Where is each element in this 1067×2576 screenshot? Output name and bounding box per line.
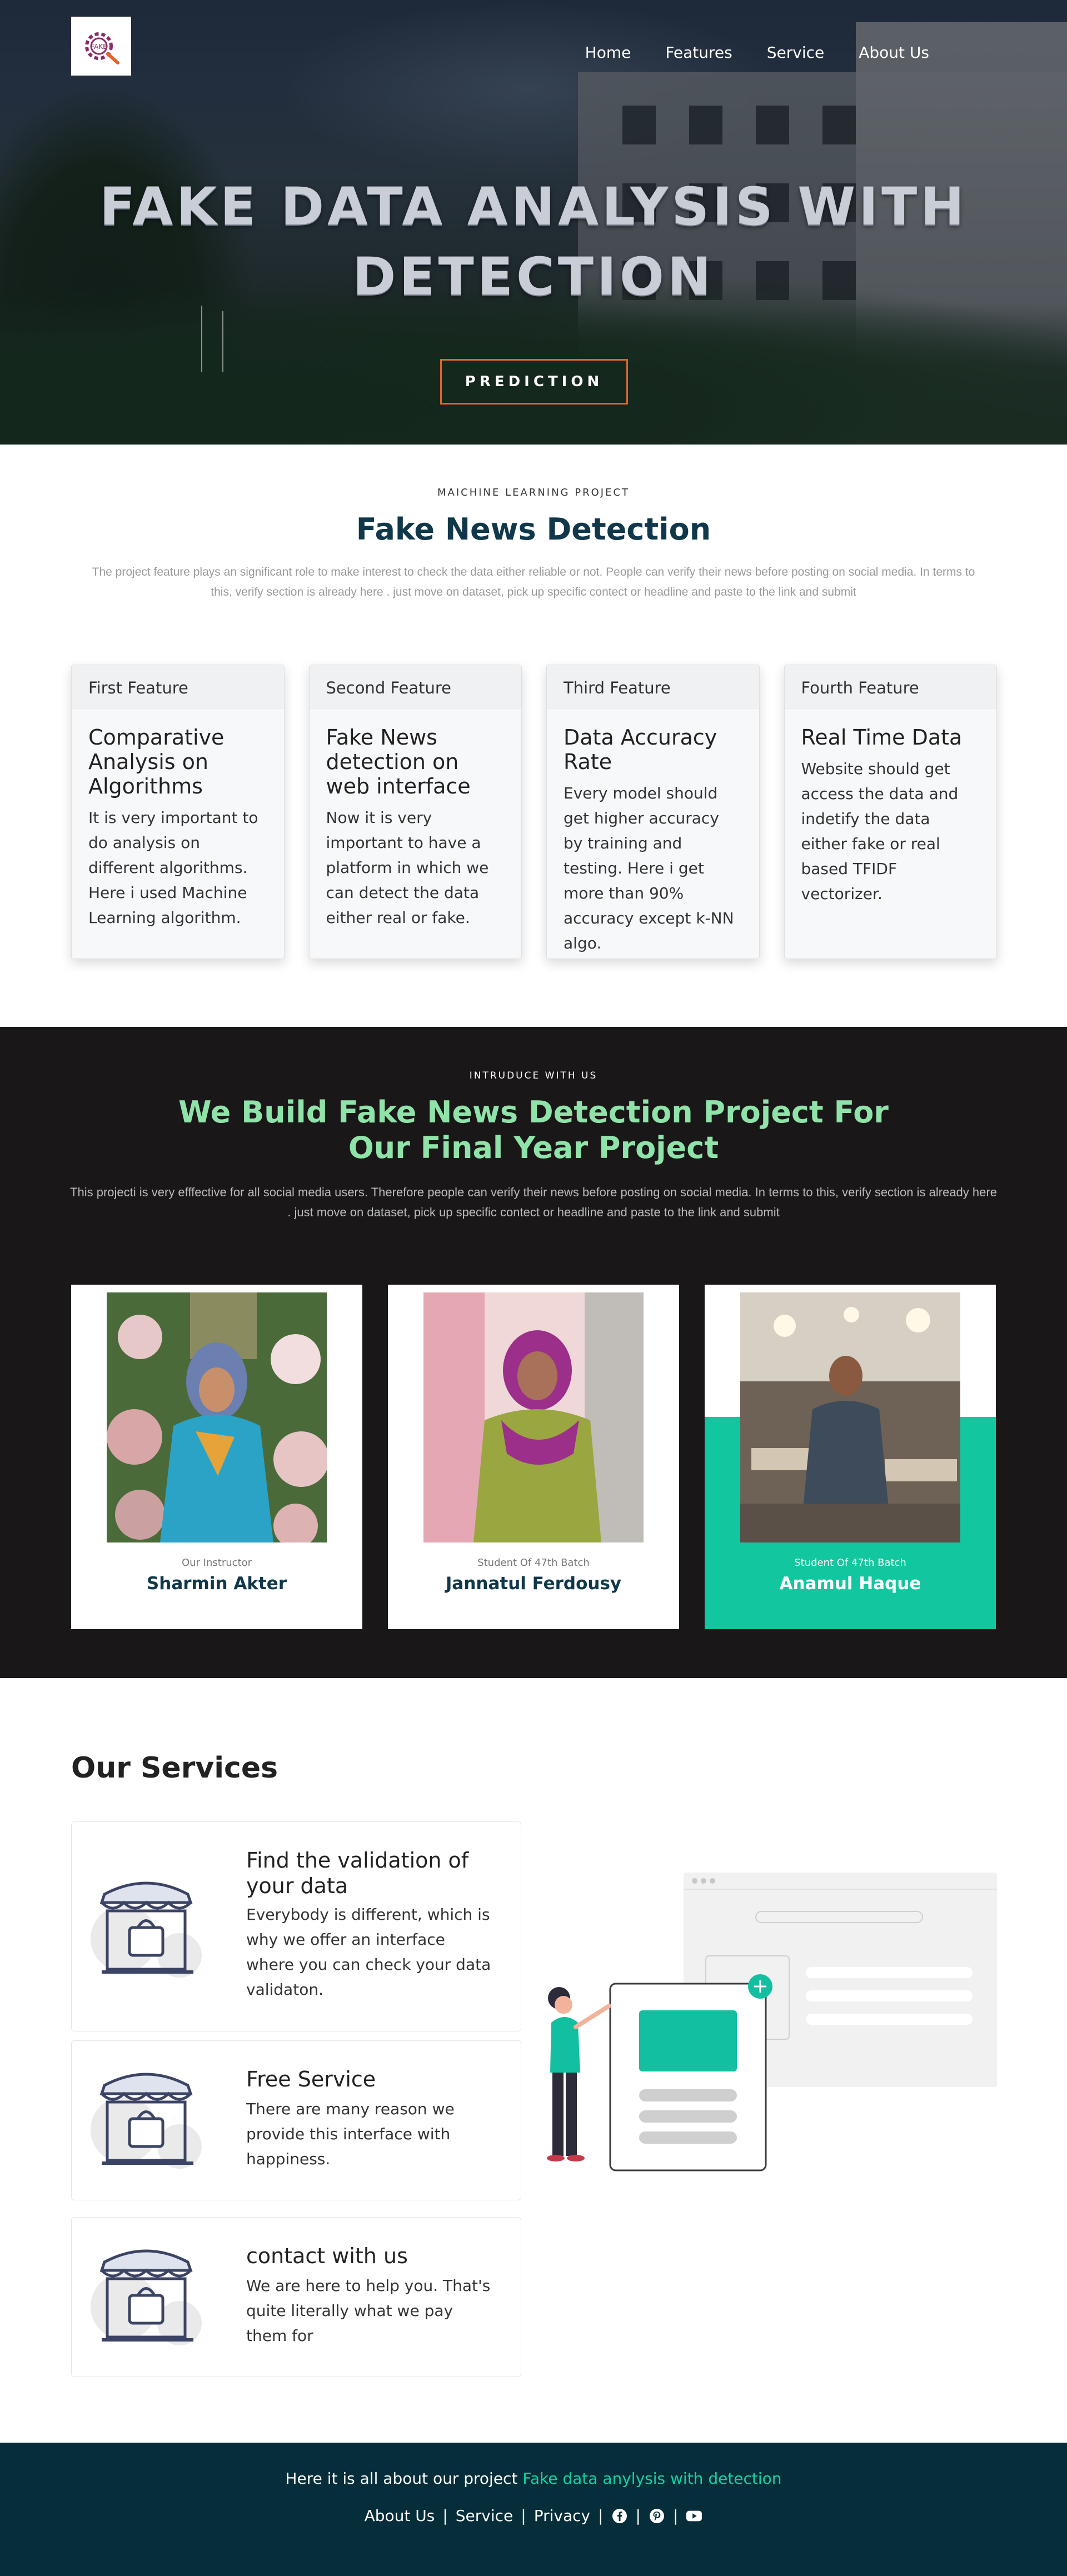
footer-separator: | <box>598 2507 604 2525</box>
nav-service[interactable]: Service <box>767 43 824 62</box>
site-logo[interactable]: FAKE <box>71 17 131 76</box>
hero-title-line1: FAKE DATA ANALYSIS WITH <box>99 177 968 237</box>
footer-separator: | <box>635 2507 641 2525</box>
member-role: Student Of 47th Batch <box>477 1557 590 1569</box>
footer-tagline-text: Here it is all about our project <box>285 2469 523 2488</box>
member-card-active[interactable]: Student Of 47th Batch Anamul Haque <box>705 1285 996 1629</box>
hero-decor-line <box>222 311 223 372</box>
feature-card-title: Real Time Data <box>801 725 963 750</box>
feature-card-title: Data Accuracy Rate <box>564 725 717 774</box>
feature-card-header: Second Feature <box>309 665 521 708</box>
shop-bag-icon <box>91 1881 202 1978</box>
footer-separator: | <box>442 2507 448 2525</box>
services-illustration <box>547 1873 997 2171</box>
service-title: Free Service <box>246 2067 376 2091</box>
service-text: There are many reason we provide this in… <box>246 2100 455 2168</box>
svg-text:FAKE: FAKE <box>91 43 107 51</box>
nav-about-us[interactable]: About Us <box>859 43 929 62</box>
pinterest-icon[interactable] <box>649 2508 665 2524</box>
features-row: First Feature Comparative Analysis on Al… <box>71 665 997 959</box>
intro-description: The project feature plays an significant… <box>92 566 975 598</box>
footer-project-link[interactable]: Fake data anylysis with detection <box>522 2469 781 2488</box>
feature-card-header: First Feature <box>72 665 284 708</box>
service-text: We are here to help you. That's quite li… <box>246 2277 491 2345</box>
team-title: We Build Fake News Detection Project For… <box>0 1095 1067 1166</box>
feature-card: Third Feature Data Accuracy Rate Every m… <box>546 665 760 959</box>
member-card[interactable]: Student Of 47th Batch Jannatul Ferdousy <box>388 1285 679 1629</box>
feature-card-text: Every model should get higher accuracy b… <box>564 784 734 952</box>
member-role: Student Of 47th Batch <box>794 1557 906 1569</box>
gear-icon: FAKE <box>85 32 119 64</box>
service-card: Find the validation of your data Everybo… <box>71 1821 521 2031</box>
member-photo <box>740 1292 960 1542</box>
feature-card: Second Feature Fake News detection on we… <box>308 665 522 959</box>
team-section: INTRUDUCE WITH US We Build Fake News Det… <box>0 1027 1067 1678</box>
main-nav: Home Features Service About Us <box>585 43 929 62</box>
shop-bag-icon <box>91 2073 202 2169</box>
hero-banner: FAKE Home Features Service About Us FAKE… <box>0 0 1067 445</box>
youtube-icon[interactable] <box>686 2508 702 2524</box>
member-photo <box>107 1292 327 1542</box>
site-footer: Here it is all about our project Fake da… <box>0 2443 1067 2576</box>
member-name: Anamul Haque <box>779 1574 921 1594</box>
shop-bag-icon <box>91 2249 202 2345</box>
prediction-button[interactable]: PREDICTION <box>440 359 628 405</box>
service-title: contact with us <box>246 2244 408 2268</box>
hero-title-line2: DETECTION <box>352 247 715 307</box>
intro-eyebrow: MAICHINE LEARNING PROJECT <box>437 487 630 498</box>
footer-separator: | <box>521 2507 526 2525</box>
footer-links: About Us | Service | Privacy | | | <box>0 2507 1067 2525</box>
footer-link-service[interactable]: Service <box>456 2507 513 2525</box>
footer-tagline: Here it is all about our project Fake da… <box>0 2469 1067 2488</box>
service-text: Everybody is different, which is why we … <box>246 1905 491 1999</box>
member-name: Jannatul Ferdousy <box>445 1574 622 1594</box>
team-title-line1: We Build Fake News Detection Project For <box>178 1095 889 1130</box>
team-eyebrow: INTRUDUCE WITH US <box>469 1070 598 1081</box>
feature-card-title: Fake News detection on web interface <box>326 725 471 798</box>
intro-section: MAICHINE LEARNING PROJECT Fake News Dete… <box>0 445 1067 602</box>
footer-separator: | <box>672 2507 679 2525</box>
footer-link-privacy[interactable]: Privacy <box>534 2507 590 2525</box>
team-description: This projecti is very efffective for all… <box>70 1185 997 1219</box>
service-card: contact with us We are here to help you.… <box>71 2217 521 2377</box>
member-photo <box>423 1292 644 1542</box>
member-name: Sharmin Akter <box>146 1574 287 1594</box>
services-title: Our Services <box>71 1751 278 1785</box>
team-title-line2: Our Final Year Project <box>348 1130 719 1165</box>
facebook-icon[interactable] <box>611 2508 628 2524</box>
feature-card-text: It is very important to do analysis on d… <box>88 808 258 927</box>
feature-card-text: Now it is very important to have a platf… <box>326 808 489 927</box>
feature-card-title: Comparative Analysis on Algorithms <box>88 725 225 798</box>
intro-title: Fake News Detection <box>356 512 711 547</box>
feature-card-header: Third Feature <box>547 665 759 708</box>
feature-card-header: Fourth Feature <box>784 665 996 708</box>
service-card: Free Service There are many reason we pr… <box>71 2040 521 2200</box>
hero-title: FAKE DATA ANALYSIS WITH DETECTION <box>0 172 1067 312</box>
team-members: Our Instructor Sharmin Akter Student Of … <box>71 1285 996 1629</box>
nav-features[interactable]: Features <box>665 43 732 62</box>
hero-decor-line <box>201 306 202 372</box>
feature-card: First Feature Comparative Analysis on Al… <box>71 665 285 959</box>
service-title: Find the validation of your data <box>246 1848 469 1898</box>
member-role: Our Instructor <box>181 1557 252 1569</box>
member-card[interactable]: Our Instructor Sharmin Akter <box>71 1285 362 1629</box>
nav-home[interactable]: Home <box>585 43 631 62</box>
feature-card-text: Website should get access the data and i… <box>801 760 959 903</box>
footer-link-about-us[interactable]: About Us <box>365 2507 435 2525</box>
feature-card: Fourth Feature Real Time Data Website sh… <box>784 665 997 959</box>
